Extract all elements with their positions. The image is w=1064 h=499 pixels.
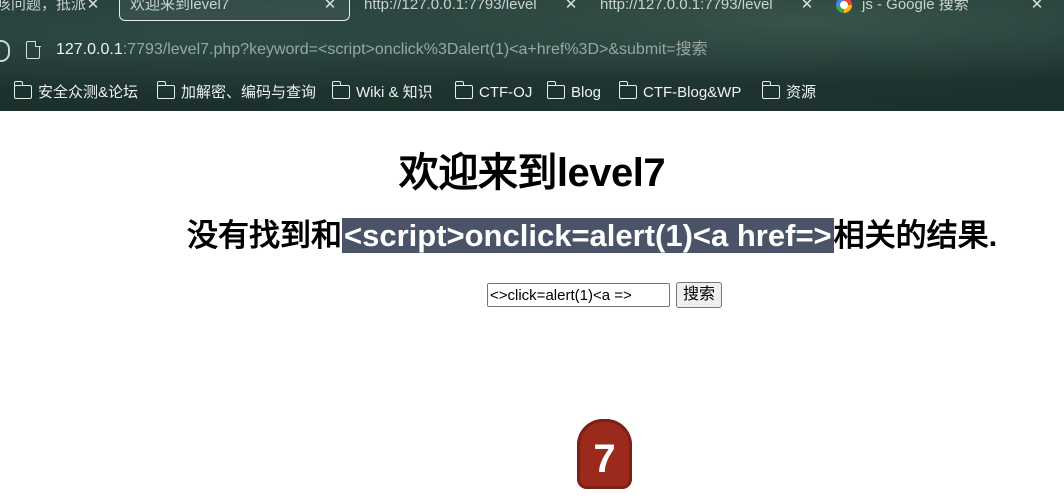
- bookmark-label: 安全众测&论坛: [38, 84, 139, 101]
- result-prefix: 没有找到和: [187, 218, 342, 253]
- url-text[interactable]: 127.0.0.1:7793/level7.php?keyword=<scrip…: [56, 39, 708, 61]
- folder-icon: [546, 81, 565, 99]
- url-path: :7793/level7.php?keyword=<script>onclick…: [122, 41, 708, 58]
- tab-title: js - Google 搜索: [862, 0, 969, 13]
- browser-chrome: 咳问题，抵派 ✕ 欢迎来到level7 ✕ http://127.0.0.1:7…: [0, 0, 1064, 111]
- result-message: 没有找到和<script>onclick=alert(1)<a href=>相关…: [187, 216, 997, 256]
- page-icon: [26, 40, 41, 59]
- close-icon[interactable]: ✕: [86, 0, 100, 20]
- result-keyword-selected: <script>onclick=alert(1)<a href=>: [342, 218, 834, 253]
- close-icon[interactable]: ✕: [800, 0, 814, 20]
- tab-5[interactable]: js - Google 搜索: [836, 0, 1016, 20]
- tab-strip: 咳问题，抵派 ✕ 欢迎来到level7 ✕ http://127.0.0.1:7…: [0, 0, 1064, 30]
- tab-3[interactable]: http://127.0.0.1:7793/level ✕: [364, 0, 584, 20]
- folder-icon: [331, 81, 350, 99]
- tab-title: http://127.0.0.1:7793/level: [600, 0, 773, 13]
- folder-icon: [454, 81, 473, 99]
- search-input[interactable]: [487, 283, 670, 307]
- close-icon[interactable]: ✕: [323, 0, 337, 20]
- bookmark-label: 加解密、编码与查询: [181, 84, 317, 101]
- new-tab-close[interactable]: ✕: [1026, 0, 1046, 20]
- bookmark-label: Wiki & 知识: [356, 84, 433, 101]
- tab-2-active[interactable]: 欢迎来到level7 ✕: [119, 0, 350, 21]
- site-info-icon[interactable]: [0, 40, 10, 62]
- url-host: 127.0.0.1: [56, 41, 123, 58]
- result-suffix: 相关的结果.: [833, 218, 998, 253]
- tab-4[interactable]: http://127.0.0.1:7793/level ✕: [600, 0, 820, 20]
- tab-title: 咳问题，抵派: [0, 0, 87, 13]
- level-badge-image: 7: [577, 419, 632, 489]
- tab-title: http://127.0.0.1:7793/level: [364, 0, 537, 13]
- close-icon[interactable]: ✕: [564, 0, 578, 20]
- folder-icon: [156, 81, 175, 99]
- folder-icon: [618, 81, 637, 99]
- bookmark-label: Blog: [571, 84, 602, 101]
- page-title: 欢迎来到level7: [398, 151, 666, 195]
- folder-icon: [761, 81, 780, 99]
- search-button[interactable]: 搜索: [676, 282, 722, 308]
- bookmark-label: CTF-Blog&WP: [643, 84, 742, 101]
- tab-title: 欢迎来到level7: [130, 0, 230, 13]
- address-bar[interactable]: 127.0.0.1:7793/level7.php?keyword=<scrip…: [0, 32, 1064, 68]
- close-icon[interactable]: ✕: [1030, 0, 1044, 20]
- folder-icon: [13, 81, 32, 99]
- bookmarks-bar: 安全众测&论坛 加解密、编码与查询 Wiki & 知识 CTF-OJ Blog …: [0, 80, 1064, 106]
- bookmark-label: CTF-OJ: [479, 84, 533, 101]
- bookmark-label: 资源: [786, 84, 817, 101]
- tab-1[interactable]: 咳问题，抵派 ✕: [0, 0, 106, 20]
